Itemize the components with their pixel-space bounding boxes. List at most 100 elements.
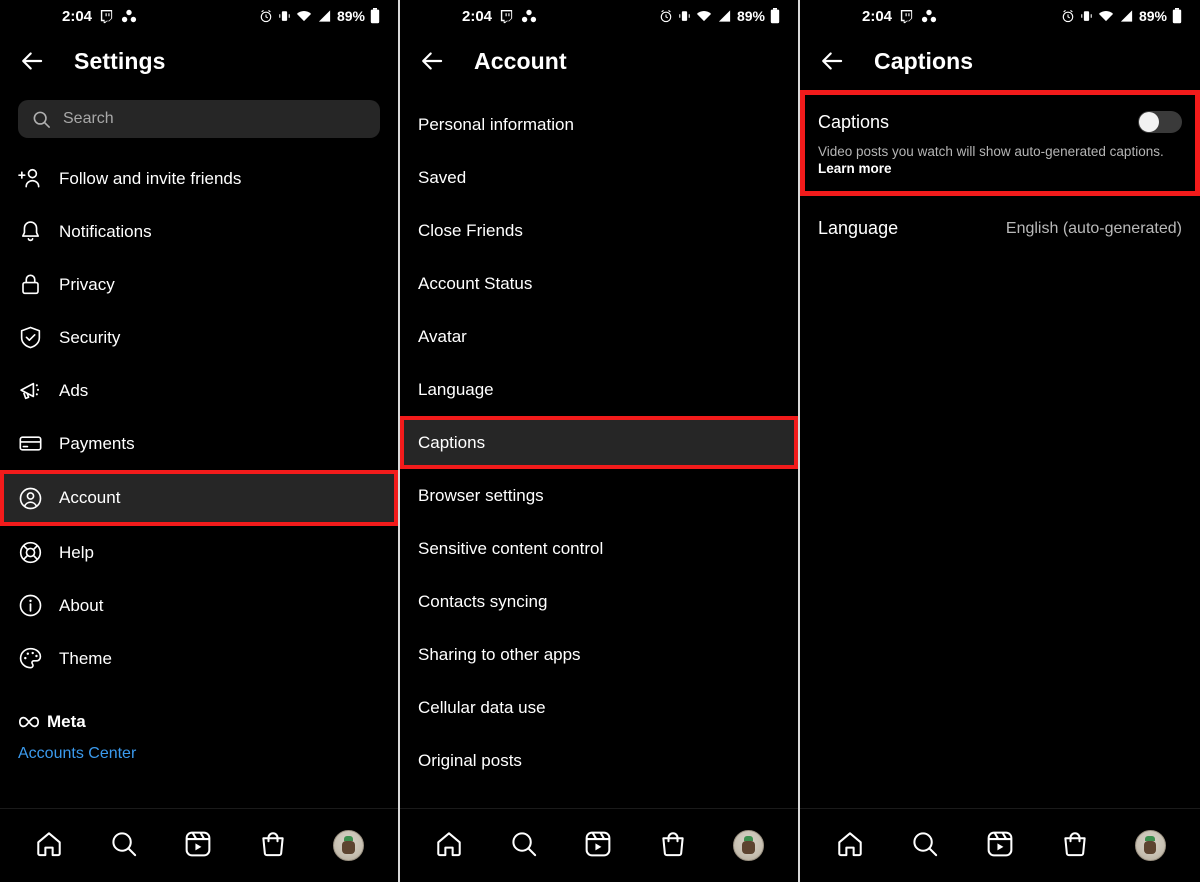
meta-brand: Meta — [18, 707, 380, 737]
settings-body: Search Follow and invite friends Notific… — [0, 90, 398, 808]
back-arrow-icon[interactable] — [18, 46, 48, 76]
back-arrow-icon[interactable] — [818, 46, 848, 76]
vibrate-icon — [678, 9, 691, 23]
bell-icon — [18, 219, 43, 244]
list-item-contacts-syncing[interactable]: Contacts syncing — [400, 575, 798, 628]
status-bar-left: 2:04 — [462, 8, 537, 25]
language-label: Language — [818, 218, 899, 239]
settings-list: Follow and invite friends Notifications … — [0, 152, 398, 685]
status-bar-left: 2:04 — [62, 8, 137, 25]
status-bar-right: 89% — [1061, 8, 1182, 24]
sidebar-item-account[interactable]: Account — [0, 474, 398, 522]
sidebar-item-label: Theme — [59, 648, 112, 668]
search-icon[interactable] — [910, 829, 944, 863]
status-bar: 2:04 89% — [0, 0, 398, 32]
status-bar: 2:04 89% — [400, 0, 798, 32]
sidebar-item-label: About — [59, 595, 104, 615]
signal-icon — [717, 9, 732, 23]
captions-label: Captions — [818, 111, 890, 132]
sidebar-item-label: Privacy — [59, 274, 115, 294]
alarm-icon — [1061, 9, 1075, 23]
reels-icon[interactable] — [583, 829, 617, 863]
captions-body: Captions Video posts you watch will show… — [800, 90, 1200, 808]
captions-description: Video posts you watch will show auto-gen… — [818, 144, 1182, 178]
profile-avatar[interactable] — [332, 830, 364, 861]
highlight-wrapper-captions: Captions — [400, 416, 798, 469]
profile-avatar[interactable] — [1134, 830, 1166, 861]
sidebar-item-privacy[interactable]: Privacy — [0, 258, 398, 311]
twitch-icon — [99, 9, 114, 24]
shop-bag-icon[interactable] — [658, 829, 692, 863]
list-item-browser-settings[interactable]: Browser settings — [400, 469, 798, 522]
battery-percent: 89% — [336, 8, 365, 24]
sidebar-item-help[interactable]: Help — [0, 526, 398, 579]
list-item-sensitive-content-control[interactable]: Sensitive content control — [400, 522, 798, 575]
language-row[interactable]: Language English (auto-generated) — [800, 204, 1200, 254]
header-settings: Settings — [0, 32, 398, 90]
sidebar-item-label: Notifications — [59, 221, 152, 241]
sidebar-item-about[interactable]: About — [0, 579, 398, 632]
highlight-wrapper-account: Account — [0, 470, 398, 526]
sidebar-item-ads[interactable]: Ads — [0, 364, 398, 417]
list-item-saved[interactable]: Saved — [400, 151, 798, 204]
meta-label: Meta — [47, 712, 86, 731]
sidebar-item-security[interactable]: Security — [0, 311, 398, 364]
vibrate-icon — [1080, 9, 1093, 23]
list-item-language[interactable]: Language — [400, 363, 798, 416]
twitch-icon — [499, 9, 514, 24]
battery-icon — [370, 8, 380, 24]
bottom-nav — [800, 808, 1200, 882]
profile-avatar[interactable] — [732, 830, 764, 861]
home-icon[interactable] — [34, 829, 68, 863]
lock-icon — [18, 272, 43, 297]
search-icon[interactable] — [109, 829, 143, 863]
list-item-original-posts[interactable]: Original posts — [400, 734, 798, 787]
status-bar: 2:04 89% — [800, 0, 1200, 32]
signal-icon — [317, 9, 332, 23]
captions-toggle[interactable] — [1138, 111, 1182, 133]
back-arrow-icon[interactable] — [418, 46, 448, 76]
captions-description-text: Video posts you watch will show auto-gen… — [818, 144, 1164, 159]
status-time: 2:04 — [462, 7, 493, 25]
status-time: 2:04 — [862, 7, 893, 25]
reels-icon[interactable] — [183, 829, 217, 863]
accounts-center-link[interactable]: Accounts Center — [18, 745, 380, 763]
list-item-cellular-data-use[interactable]: Cellular data use — [400, 681, 798, 734]
sidebar-item-label: Ads — [59, 380, 89, 400]
reels-icon[interactable] — [985, 829, 1019, 863]
wifi-icon — [1098, 9, 1114, 23]
shield-check-icon — [18, 325, 43, 350]
sidebar-item-notifications[interactable]: Notifications — [0, 205, 398, 258]
sidebar-item-label: Follow and invite friends — [59, 168, 242, 188]
status-bar-right: 89% — [659, 8, 780, 24]
vibrate-icon — [278, 9, 291, 23]
sidebar-item-payments[interactable]: Payments — [0, 417, 398, 470]
list-item-personal-information[interactable]: Personal information — [400, 98, 798, 151]
account-list: Personal information Saved Close Friends… — [400, 90, 798, 787]
three-dots-cluster-icon — [921, 9, 937, 23]
sidebar-item-follow-and-invite-friends[interactable]: Follow and invite friends — [0, 152, 398, 205]
shop-bag-icon[interactable] — [1060, 829, 1094, 863]
search-icon — [32, 110, 51, 129]
home-icon[interactable] — [835, 829, 869, 863]
list-item-account-status[interactable]: Account Status — [400, 257, 798, 310]
learn-more-link[interactable]: Learn more — [818, 161, 1182, 178]
bottom-nav — [0, 808, 398, 882]
list-item-close-friends[interactable]: Close Friends — [400, 204, 798, 257]
search-icon[interactable] — [509, 829, 543, 863]
list-item-avatar[interactable]: Avatar — [400, 310, 798, 363]
battery-icon — [770, 8, 780, 24]
list-item-sharing-to-other-apps[interactable]: Sharing to other apps — [400, 628, 798, 681]
three-panel-screenshot: 2:04 89% Settings Search Follow and invi… — [0, 0, 1200, 882]
search-placeholder: Search — [63, 110, 114, 127]
page-title: Account — [474, 47, 567, 74]
sidebar-item-theme[interactable]: Theme — [0, 632, 398, 685]
signal-icon — [1119, 9, 1134, 23]
captions-setting-card: Captions Video posts you watch will show… — [800, 96, 1200, 188]
search-input[interactable]: Search — [18, 100, 380, 138]
list-item-captions[interactable]: Captions — [400, 416, 798, 469]
account-body: Personal information Saved Close Friends… — [400, 90, 798, 808]
shop-bag-icon[interactable] — [258, 829, 292, 863]
header-captions: Captions — [800, 32, 1200, 90]
home-icon[interactable] — [434, 829, 468, 863]
